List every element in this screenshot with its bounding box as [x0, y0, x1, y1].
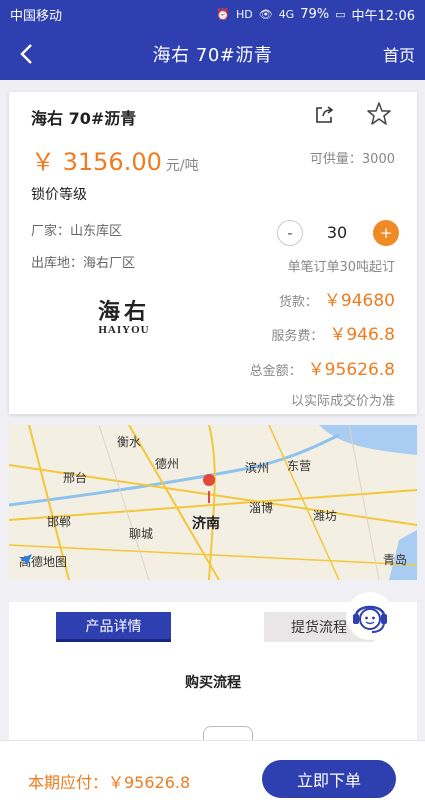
city-weifang: 潍坊 — [313, 509, 338, 523]
price-note: 以实际成交价为准 — [290, 394, 395, 409]
back-button[interactable] — [10, 38, 42, 70]
tab-product-detail[interactable]: 产品详情 — [56, 612, 171, 642]
price-unit: 元/吨 — [165, 158, 199, 174]
product-name: 海右 70#沥青 — [31, 109, 137, 128]
nav-bar: 海右 70#沥青 首页 — [0, 28, 425, 80]
logo-cn: 海右 — [97, 299, 150, 325]
city-handan: 邯郸 — [47, 515, 72, 529]
city-xingtai: 邢台 — [63, 471, 88, 485]
decrease-button[interactable]: - — [277, 220, 303, 246]
carrier-name: 中国移动 — [10, 8, 63, 24]
location-map[interactable]: 衡水 德州 滨州 东营 邢台 济南 淄博 潍坊 邯郸 聊城 青岛 高德地图 — [9, 425, 417, 580]
share-icon[interactable] — [311, 102, 337, 128]
home-link[interactable]: 首页 — [383, 42, 415, 66]
status-icons: ⏰ HD 👁 4G 79% ▭ 中午12:06 — [216, 5, 415, 24]
fee-value: ￥946.8 — [329, 325, 395, 345]
minimum-order: 单笔订单30吨起订 — [287, 260, 395, 275]
buy-flow-title: 购买流程 — [185, 675, 241, 691]
goods-value: ￥94680 — [323, 291, 395, 311]
chevron-left-icon — [20, 44, 32, 64]
star-icon[interactable] — [365, 100, 393, 128]
product-price: ￥ 3156.00 元/吨 — [31, 142, 199, 177]
city-dezhou: 德州 — [155, 457, 180, 471]
customer-service-icon[interactable] — [344, 590, 396, 642]
logo-en: HAIYOU — [98, 324, 150, 336]
total-label: 总金额： — [249, 364, 302, 379]
vendor: 厂家：山东库区 — [31, 224, 123, 239]
alarm-icon: ⏰ — [216, 7, 230, 21]
goods-amount: 货款： ￥94680 — [279, 286, 395, 311]
city-jinan: 济南 — [192, 516, 220, 532]
service-fee: 服务费： ￥946.8 — [271, 320, 395, 345]
increase-button[interactable]: + — [373, 220, 399, 246]
stock-quantity: 可供量：3000 — [309, 152, 395, 167]
city-dongying: 东营 — [287, 459, 312, 473]
city-zibo: 淄博 — [249, 501, 274, 515]
map-logo: 高德地图 — [19, 553, 67, 570]
signal-icon: 4G — [278, 7, 295, 21]
fee-label: 服务费： — [271, 329, 324, 344]
product-card: 海右 70#沥青 ￥ 3156.00 元/吨 可供量：3000 锁价等级 厂家：山… — [9, 92, 417, 414]
price-value: ￥ 3156.00 — [31, 148, 162, 176]
amount-due: 本期应付：￥95626.8 — [28, 773, 191, 792]
city-binzhou: 滨州 — [245, 461, 270, 475]
status-bar: 中国移动 ⏰ HD 👁 4G 79% ▭ 中午12:06 — [0, 0, 425, 28]
lock-price-level: 锁价等级 — [31, 187, 87, 203]
hd-icon: HD — [235, 7, 253, 21]
page-title: 海右 70#沥青 — [152, 45, 273, 66]
map-roads — [9, 425, 417, 580]
total-amount: 总金额： ￥95626.8 — [250, 355, 395, 380]
total-value: ￥95626.8 — [307, 360, 395, 380]
brand-logo: 海右 HAIYOU — [79, 294, 169, 338]
battery-icon: ▭ — [335, 7, 346, 21]
goods-label: 货款： — [278, 295, 318, 310]
navigation-arrow-icon — [20, 554, 32, 566]
bottom-bar: 本期应付：￥95626.8 立即下单 — [0, 740, 425, 800]
battery-level: 79% — [300, 6, 330, 22]
order-now-button[interactable]: 立即下单 — [262, 760, 396, 798]
city-hengshui: 衡水 — [117, 435, 142, 449]
quantity-value[interactable]: 30 — [313, 220, 361, 246]
quantity-stepper: - 30 + — [277, 220, 399, 246]
eye-icon: 👁 — [258, 7, 273, 21]
city-qingdao: 青岛 — [383, 553, 408, 567]
city-liaocheng: 聊城 — [129, 527, 154, 541]
warehouse: 出库地：海右厂区 — [31, 256, 136, 271]
clock: 中午12:06 — [351, 8, 415, 24]
